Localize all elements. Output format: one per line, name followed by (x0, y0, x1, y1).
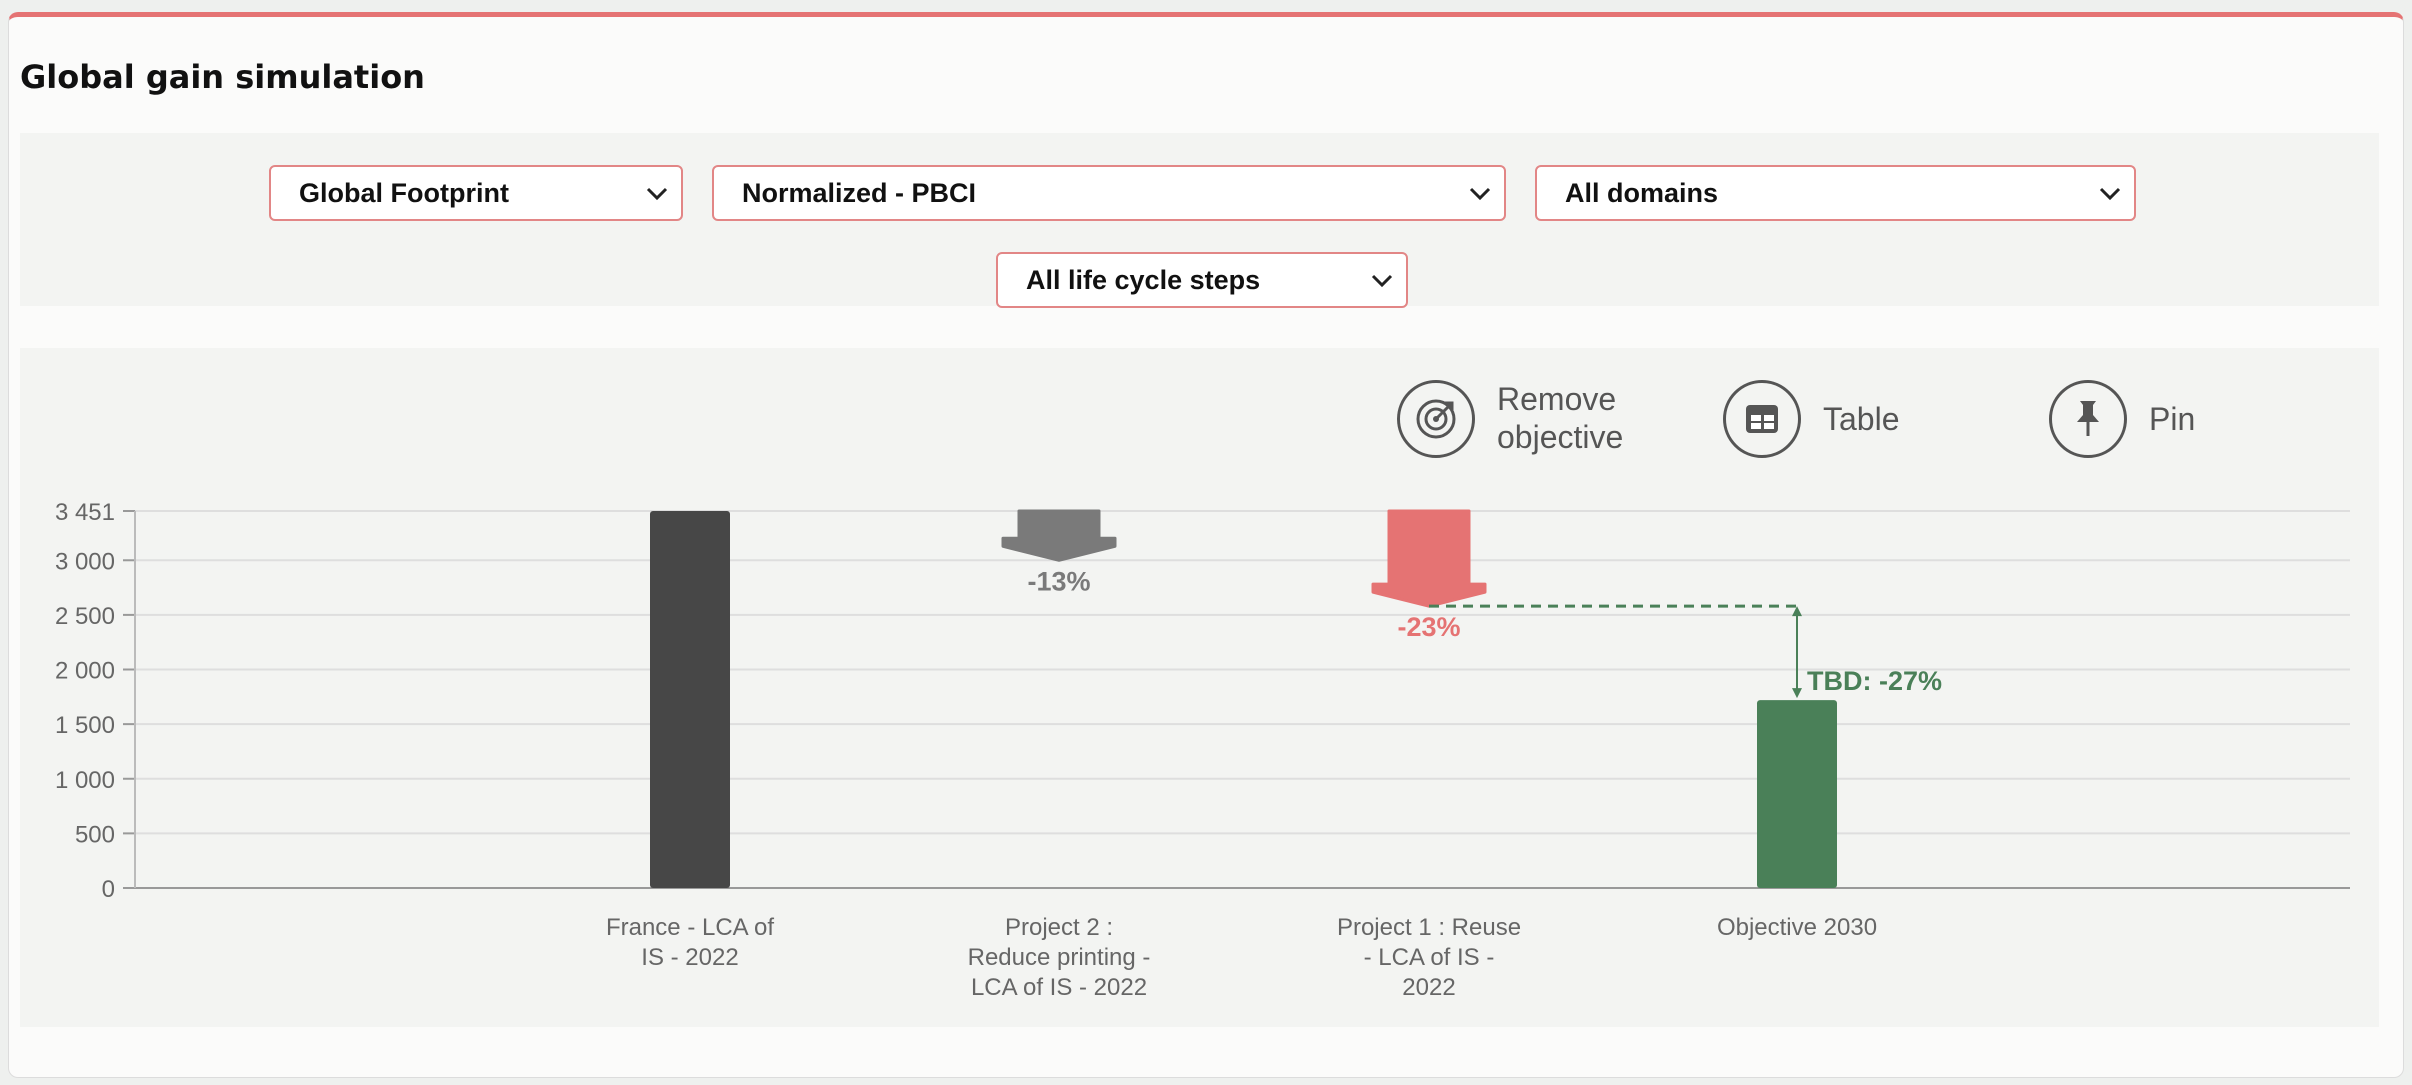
gain-arrow (1371, 509, 1487, 608)
x-tick-label: Project 2 : (1005, 914, 1113, 941)
y-tick-label: 1 500 (55, 712, 115, 739)
y-tick-label: 1 000 (55, 767, 115, 794)
objective-gap-label: TBD: -27% (1807, 666, 1942, 696)
bar-baseline (650, 511, 730, 888)
x-tick-label: 2022 (1402, 974, 1455, 1001)
x-tick-label: France - LCA of (606, 914, 774, 941)
bar-objective (1757, 700, 1837, 888)
y-tick-label: 3 000 (55, 548, 115, 575)
y-tick-label: 0 (102, 876, 115, 903)
x-tick-label: - LCA of IS - (1364, 944, 1495, 971)
y-tick-label: 500 (75, 821, 115, 848)
y-tick-label: 2 000 (55, 658, 115, 685)
gain-arrow (1001, 509, 1117, 562)
y-tick-label: 3 451 (55, 499, 115, 526)
x-tick-label: Objective 2030 (1717, 914, 1877, 941)
x-tick-label: LCA of IS - 2022 (971, 974, 1147, 1001)
gain-label: -13% (1027, 566, 1090, 596)
x-tick-label: Reduce printing - (968, 944, 1151, 971)
x-tick-label: Project 1 : Reuse (1337, 914, 1521, 941)
y-tick-label: 2 500 (55, 603, 115, 630)
gain-chart: 0 500 1 000 1 500 2 000 2 500 3 000 3 451 France… (55, 499, 2350, 1001)
objective-gap-arrowhead-bottom (1792, 688, 1802, 699)
gain-label: -23% (1397, 612, 1460, 642)
x-tick-label: IS - 2022 (641, 944, 738, 971)
